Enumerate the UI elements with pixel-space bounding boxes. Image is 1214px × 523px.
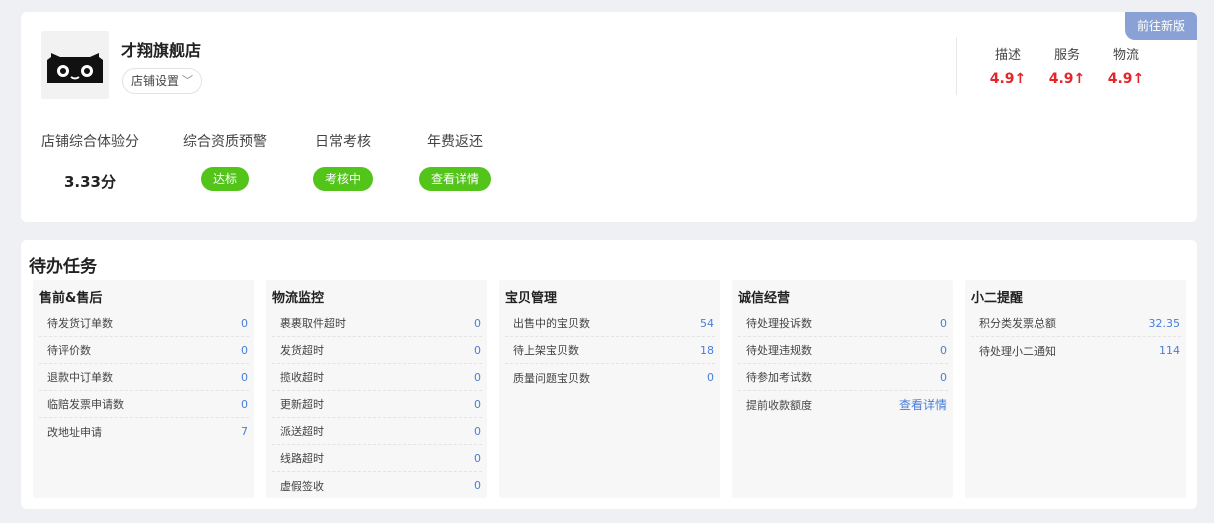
rating-label: 描述 [994,48,1021,63]
column-title: 小二提醒 [971,291,1032,306]
rating-logistics: 物流 4.9↑ [1106,44,1146,87]
rating-value: 4.9↑ [1107,71,1145,87]
list-item[interactable]: 派送超时 0 [272,418,482,445]
list-item[interactable]: 待处理违规数 0 [738,337,948,364]
shop-settings-label: 店铺设置 [131,74,180,88]
metric-daily-review: 日常考核 考核中 [299,131,387,191]
metric-label: 综合资质预警 [183,134,267,150]
list-item[interactable]: 质量问题宝贝数 0 [505,364,715,391]
list-item[interactable]: 揽收超时 0 [272,364,482,391]
column-title: 物流监控 [272,291,333,306]
list-item[interactable]: 待处理投诉数 0 [738,310,948,337]
tmall-cat-icon [47,53,103,83]
list-item[interactable]: 出售中的宝贝数 54 [505,310,715,337]
list-item[interactable]: 线路超时 0 [272,445,482,472]
task-column-staff-reminder: 小二提醒 积分类发票总额 32.35 待处理小二通知 114 [965,280,1186,498]
task-column-presale-aftersale: 售前&售后 待发货订单数 0 待评价数 0 退款中订单数 0 临赔发票申请数 0 改地址… [33,280,254,498]
list-item[interactable]: 待评价数 0 [39,337,249,364]
list-item[interactable]: 临赔发票申请数 0 [39,391,249,418]
qualification-status-button[interactable]: 达标 [200,167,249,191]
list-item[interactable]: 待发货订单数 0 [39,310,249,337]
todo-tasks-card: 待办任务 售前&售后 待发货订单数 0 待评价数 0 退款中订单数 0 临赔发票申请数… [21,240,1197,509]
task-column-logistics-monitoring: 物流监控 裹裹取件超时 0 发货超时 0 揽收超时 0 更新超时 0 派送超时 0 线路超… [266,280,487,498]
metric-annual-fee: 年费返还 查看详情 [411,131,499,191]
rating-label: 服务 [1053,48,1080,63]
task-column-integrity: 诚信经营 待处理投诉数 0 待处理违规数 0 待参加考试数 0 提前收款额度 查看详情 [732,280,953,498]
new-version-button[interactable]: 前往新版 [1125,12,1197,40]
tasks-title: 待办任务 [29,257,97,277]
divider [956,37,957,95]
list-item[interactable]: 裹裹取件超时 0 [272,310,482,337]
shop-settings-dropdown[interactable]: 店铺设置 ﹀ [122,68,203,94]
list-item[interactable]: 积分类发票总额 32.35 [971,310,1181,337]
rating-value: 4.9↑ [1048,71,1086,87]
metric-qualification: 综合资质预警 达标 [181,131,269,191]
metric-label: 店铺综合体验分 [41,134,139,150]
list-item[interactable]: 待处理小二通知 114 [971,337,1181,364]
advance-payment-details-link[interactable]: 查看详情 [899,396,947,413]
list-item[interactable]: 待上架宝贝数 18 [505,337,715,364]
shop-logo [41,31,109,99]
daily-review-status-button[interactable]: 考核中 [312,167,373,191]
task-column-product-management: 宝贝管理 出售中的宝贝数 54 待上架宝贝数 18 质量问题宝贝数 0 [499,280,720,498]
shop-name: 才翔旗舰店 [121,41,202,60]
list-item[interactable]: 提前收款额度 查看详情 [738,391,948,418]
rating-service: 服务 4.9↑ [1047,44,1087,87]
rating-label: 物流 [1112,48,1139,63]
experience-score-value: 3.33分 [63,173,116,191]
list-item[interactable]: 虚假签收 0 [272,472,482,499]
column-title: 诚信经营 [738,291,799,306]
rating-description: 描述 4.9↑ [988,44,1028,87]
metric-experience-score: 店铺综合体验分 3.33分 [41,131,139,192]
metric-label: 日常考核 [315,134,371,150]
list-item[interactable]: 退款中订单数 0 [39,364,249,391]
annual-fee-details-button[interactable]: 查看详情 [418,167,491,191]
metric-label: 年费返还 [427,134,483,150]
rating-value: 4.9↑ [989,71,1027,87]
column-title: 售前&售后 [39,291,111,306]
list-item[interactable]: 待参加考试数 0 [738,364,948,391]
list-item[interactable]: 改地址申请 7 [39,418,249,445]
chevron-down-icon: ﹀ [182,74,194,87]
column-title: 宝贝管理 [505,291,566,306]
list-item[interactable]: 更新超时 0 [272,391,482,418]
shop-card: 前往新版 才翔旗舰店 店铺设置 ﹀ 描述 4.9↑ 服务 4.9↑ 物流 4.9… [21,12,1197,222]
list-item[interactable]: 发货超时 0 [272,337,482,364]
